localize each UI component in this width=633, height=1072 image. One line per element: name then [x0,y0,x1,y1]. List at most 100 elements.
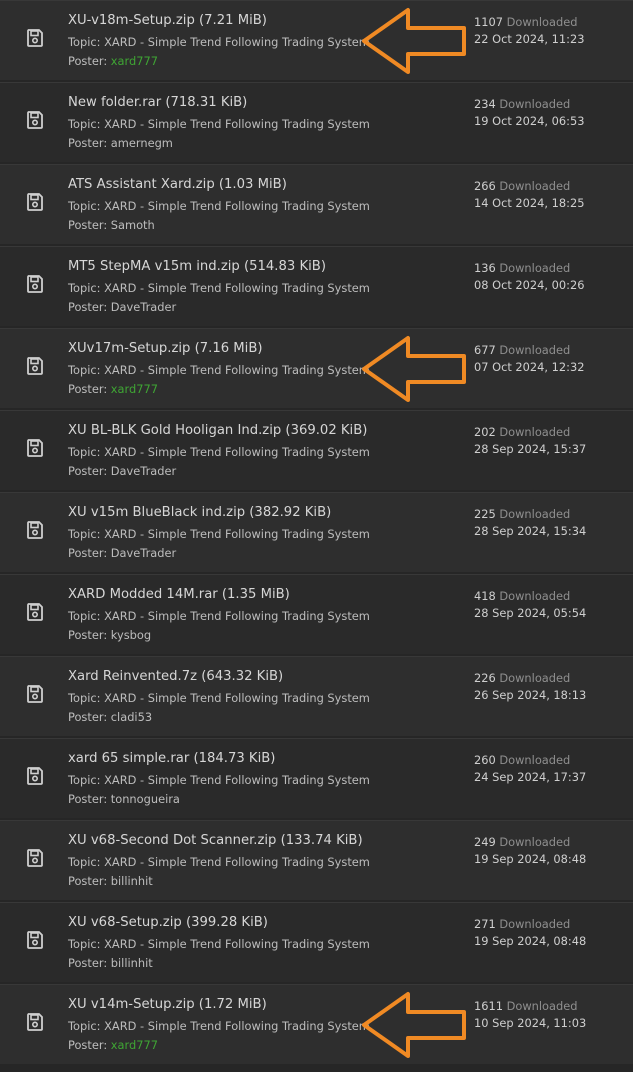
attachment-row[interactable]: New folder.rar (718.31 KiB) Topic: XARD -… [0,82,633,162]
floppy-disk-icon[interactable] [25,274,45,294]
annotation-arrow-icon [360,6,470,76]
attachment-title-link[interactable]: XU v15m BlueBlack ind.zip (382.92 KiB) [68,505,331,520]
attachment-topic: Topic: XARD - Simple Trend Following Tra… [68,937,370,951]
download-count-value: 1107 [474,15,507,29]
attachment-title-link[interactable]: XARD Modded 14M.rar (1.35 MiB) [68,587,290,602]
poster-username-link[interactable]: xard777 [111,1038,158,1052]
attachment-title-link[interactable]: XUv17m-Setup.zip (7.16 MiB) [68,341,263,356]
attachment-row[interactable]: XU v14m-Setup.zip (1.72 MiB) Topic: XARD … [0,984,633,1064]
floppy-disk-icon[interactable] [25,28,45,48]
attachment-title-link[interactable]: XU v68-Setup.zip (399.28 KiB) [68,915,268,930]
attachment-title-link[interactable]: XU BL-BLK Gold Hooligan Ind.zip (369.02 … [68,423,367,438]
download-count-value: 266 [474,179,500,193]
download-count-label: Downloaded [499,835,571,849]
attachment-title-link[interactable]: XU-v18m-Setup.zip (7.21 MiB) [68,13,267,28]
topic-link[interactable]: XARD - Simple Trend Following Trading Sy… [104,445,370,459]
attachment-topic: Topic: XARD - Simple Trend Following Tra… [68,527,370,541]
topic-link[interactable]: XARD - Simple Trend Following Trading Sy… [104,855,370,869]
poster-username-link[interactable]: kysbog [111,628,151,642]
download-count: 225 Downloaded [474,507,570,521]
poster-username-link[interactable]: DaveTrader [111,546,176,560]
download-count-value: 1611 [474,999,507,1013]
attachment-row[interactable]: xard 65 simple.rar (184.73 KiB) Topic: XA… [0,738,633,818]
upload-date: 28 Sep 2024, 15:37 [474,442,587,456]
poster-username-link[interactable]: xard777 [111,382,158,396]
download-count-label: Downloaded [499,343,571,357]
poster-prefix: Poster: [68,300,111,314]
poster-username-link[interactable]: tonnogueira [111,792,180,806]
attachment-title-link[interactable]: XU v14m-Setup.zip (1.72 MiB) [68,997,267,1012]
download-count-value: 260 [474,753,500,767]
poster-username-link[interactable]: xard777 [111,54,158,68]
floppy-disk-icon[interactable] [25,684,45,704]
poster-username-link[interactable]: DaveTrader [111,300,176,314]
topic-link[interactable]: XARD - Simple Trend Following Trading Sy… [104,117,370,131]
download-count: 202 Downloaded [474,425,570,439]
attachment-poster: Poster: billinhit [68,956,153,970]
attachment-title-link[interactable]: XU v68-Second Dot Scanner.zip (133.74 Ki… [68,833,363,848]
download-count-value: 226 [474,671,500,685]
upload-date: 08 Oct 2024, 00:26 [474,278,585,292]
attachment-row[interactable]: ATS Assistant Xard.zip (1.03 MiB) Topic: … [0,164,633,244]
topic-link[interactable]: XARD - Simple Trend Following Trading Sy… [104,363,370,377]
attachment-row[interactable]: XU v68-Second Dot Scanner.zip (133.74 Ki… [0,820,633,900]
download-count: 234 Downloaded [474,97,570,111]
poster-prefix: Poster: [68,54,111,68]
poster-prefix: Poster: [68,956,111,970]
floppy-disk-icon[interactable] [25,110,45,130]
annotation-arrow-icon [360,990,470,1060]
attachment-title-link[interactable]: New folder.rar (718.31 KiB) [68,95,247,110]
download-count: 226 Downloaded [474,671,570,685]
attachment-row[interactable]: XARD Modded 14M.rar (1.35 MiB) Topic: XAR… [0,574,633,654]
attachment-row[interactable]: XU BL-BLK Gold Hooligan Ind.zip (369.02 … [0,410,633,490]
upload-date: 14 Oct 2024, 18:25 [474,196,585,210]
topic-link[interactable]: XARD - Simple Trend Following Trading Sy… [104,35,370,49]
poster-username-link[interactable]: billinhit [111,874,153,888]
poster-username-link[interactable]: DaveTrader [111,464,176,478]
floppy-disk-icon[interactable] [25,1012,45,1032]
topic-prefix: Topic: [68,117,105,131]
attachment-title-link[interactable]: MT5 StepMA v15m ind.zip (514.83 KiB) [68,259,326,274]
topic-link[interactable]: XARD - Simple Trend Following Trading Sy… [104,937,370,951]
attachment-title-link[interactable]: xard 65 simple.rar (184.73 KiB) [68,751,275,766]
attachment-topic: Topic: XARD - Simple Trend Following Tra… [68,445,370,459]
topic-link[interactable]: XARD - Simple Trend Following Trading Sy… [104,199,370,213]
poster-username-link[interactable]: Samoth [111,218,155,232]
floppy-disk-icon[interactable] [25,192,45,212]
upload-date: 26 Sep 2024, 18:13 [474,688,587,702]
attachment-row[interactable]: XU v15m BlueBlack ind.zip (382.92 KiB) To… [0,492,633,572]
topic-prefix: Topic: [68,855,105,869]
poster-username-link[interactable]: cladi53 [111,710,152,724]
attachment-poster: Poster: cladi53 [68,710,152,724]
topic-link[interactable]: XARD - Simple Trend Following Trading Sy… [104,609,370,623]
topic-link[interactable]: XARD - Simple Trend Following Trading Sy… [104,1019,370,1033]
attachment-row[interactable]: XU v68-Setup.zip (399.28 KiB) Topic: XARD… [0,902,633,982]
attachment-poster: Poster: kysbog [68,628,151,642]
floppy-disk-icon[interactable] [25,602,45,622]
topic-link[interactable]: XARD - Simple Trend Following Trading Sy… [104,691,370,705]
topic-link[interactable]: XARD - Simple Trend Following Trading Sy… [104,773,370,787]
topic-prefix: Topic: [68,199,105,213]
floppy-disk-icon[interactable] [25,438,45,458]
attachment-title-link[interactable]: ATS Assistant Xard.zip (1.03 MiB) [68,177,287,192]
poster-prefix: Poster: [68,546,111,560]
topic-link[interactable]: XARD - Simple Trend Following Trading Sy… [104,281,370,295]
attachment-title-link[interactable]: Xard Reinvented.7z (643.32 KiB) [68,669,283,684]
poster-username-link[interactable]: billinhit [111,956,153,970]
download-count: 249 Downloaded [474,835,570,849]
floppy-disk-icon[interactable] [25,356,45,376]
download-count: 266 Downloaded [474,179,570,193]
floppy-disk-icon[interactable] [25,520,45,540]
download-count-label: Downloaded [499,917,571,931]
upload-date: 19 Sep 2024, 08:48 [474,852,587,866]
attachment-row[interactable]: MT5 StepMA v15m ind.zip (514.83 KiB) Topi… [0,246,633,326]
floppy-disk-icon[interactable] [25,930,45,950]
attachment-row[interactable]: Xard Reinvented.7z (643.32 KiB) Topic: XA… [0,656,633,736]
attachment-row[interactable]: XUv17m-Setup.zip (7.16 MiB) Topic: XARD -… [0,328,633,408]
attachment-row[interactable]: XU-v18m-Setup.zip (7.21 MiB) Topic: XARD … [0,0,633,80]
topic-link[interactable]: XARD - Simple Trend Following Trading Sy… [104,527,370,541]
attachment-poster: Poster: DaveTrader [68,300,176,314]
poster-username-link[interactable]: amernegm [111,136,173,150]
floppy-disk-icon[interactable] [25,766,45,786]
floppy-disk-icon[interactable] [25,848,45,868]
